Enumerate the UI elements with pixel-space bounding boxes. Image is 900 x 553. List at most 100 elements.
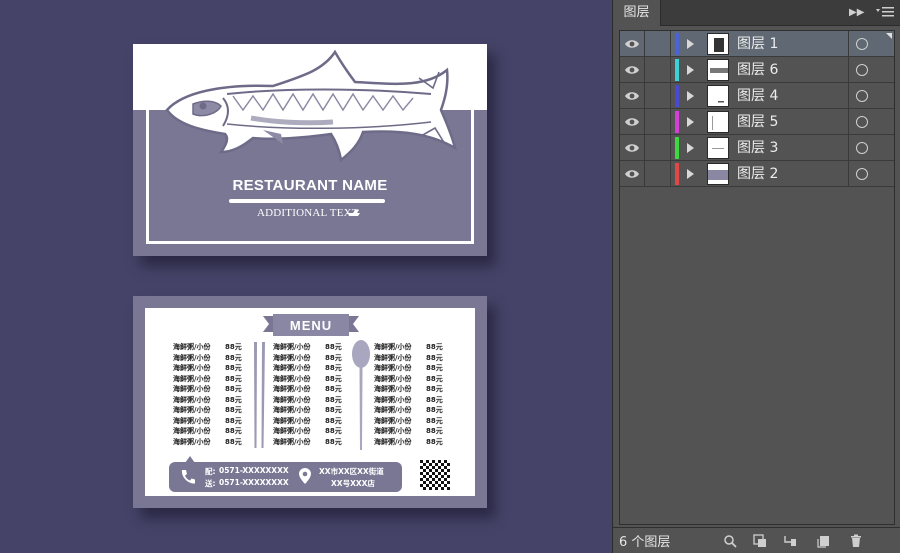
layer-row-4[interactable]: 图层 4 — [620, 83, 894, 109]
eye-icon[interactable] — [624, 37, 640, 51]
menu-title: MENU — [289, 318, 333, 333]
contact-bar: 配: 0571-XXXXXXXX 送: 0571-XXXXXXXX XX市XX区… — [169, 462, 402, 492]
menu-item-price: 88元 — [225, 437, 242, 446]
locate-object-icon[interactable] — [723, 534, 737, 548]
layer-name[interactable]: 图层 2 — [737, 161, 778, 187]
layer-thumbnail — [707, 163, 729, 185]
tab-layers[interactable]: 图层 — [613, 0, 661, 26]
new-sublayer-icon[interactable] — [783, 534, 797, 548]
layer-row-1[interactable]: 图层 1 — [620, 31, 894, 57]
collapse-icon[interactable]: ▶▶ — [849, 7, 864, 18]
layers-panel: 图层 ▶▶ 图层 1 图层 6 图层 4 图层 5 图层 3 图层 2 6 个图… — [612, 0, 900, 553]
send-label: 送: — [205, 479, 216, 488]
pointing-hand-icon — [346, 210, 360, 216]
menu-panel: MENU 海鲜粥/小份 88元 海鲜粥/小份 88元 海鲜粥/小份 88元 海鲜粥/小… — [145, 308, 475, 496]
menu-item-name: 海鲜粥/小份 — [273, 385, 311, 394]
menu-item-name: 海鲜粥/小份 — [173, 427, 211, 436]
address-line-2: XX号XXX店 — [331, 479, 375, 488]
layer-name[interactable]: 图层 1 — [737, 31, 778, 57]
menu-item-name: 海鲜粥/小份 — [173, 416, 211, 425]
business-card-back[interactable]: MENU 海鲜粥/小份 88元 海鲜粥/小份 88元 海鲜粥/小份 88元 海鲜粥/小… — [133, 296, 487, 508]
expand-triangle-icon[interactable] — [687, 39, 694, 49]
menu-item: 海鲜粥/小份 88元 — [173, 437, 245, 448]
menu-item-name: 海鲜粥/小份 — [273, 437, 311, 446]
column-divider — [644, 109, 645, 135]
expand-triangle-icon[interactable] — [687, 169, 694, 179]
target-circle-icon[interactable] — [856, 116, 868, 128]
layer-color-bar — [675, 85, 679, 107]
menu-column-3: 海鲜粥/小份 88元 海鲜粥/小份 88元 海鲜粥/小份 88元 海鲜粥/小份 88元 … — [374, 342, 446, 447]
menu-item-price: 88元 — [325, 385, 342, 394]
menu-item-price: 88元 — [426, 427, 443, 436]
eye-icon[interactable] — [624, 115, 640, 129]
panel-menu-icon[interactable] — [875, 5, 895, 19]
expand-triangle-icon[interactable] — [687, 117, 694, 127]
layer-row-5[interactable]: 图层 5 — [620, 109, 894, 135]
menu-item-name: 海鲜粥/小份 — [273, 427, 311, 436]
layer-color-bar — [675, 111, 679, 133]
menu-item: 海鲜粥/小份 88元 — [173, 405, 245, 416]
menu-item-name: 海鲜粥/小份 — [173, 385, 211, 394]
menu-item: 海鲜粥/小份 88元 — [374, 437, 446, 448]
business-card-front[interactable]: RESTAURANT NAME ADDITIONAL TEXT — [133, 44, 487, 256]
eye-icon[interactable] — [624, 167, 640, 181]
menu-item-price: 88元 — [225, 353, 242, 362]
menu-item: 海鲜粥/小份 88元 — [374, 374, 446, 385]
phone-number-2: 0571-XXXXXXXX — [219, 478, 289, 487]
menu-item: 海鲜粥/小份 88元 — [173, 416, 245, 427]
make-clipping-mask-icon[interactable] — [753, 534, 767, 548]
target-circle-icon[interactable] — [856, 64, 868, 76]
menu-item: 海鲜粥/小份 88元 — [173, 374, 245, 385]
layer-row-3[interactable]: 图层 3 — [620, 135, 894, 161]
target-circle-icon[interactable] — [856, 168, 868, 180]
menu-item-price: 88元 — [426, 353, 443, 362]
layer-name[interactable]: 图层 3 — [737, 135, 778, 161]
layer-color-bar — [675, 33, 679, 55]
layers-list: 图层 1 图层 6 图层 4 图层 5 图层 3 图层 2 — [619, 30, 895, 525]
menu-item-name: 海鲜粥/小份 — [173, 353, 211, 362]
expand-triangle-icon[interactable] — [687, 91, 694, 101]
layer-row-2[interactable]: 图层 2 — [620, 161, 894, 187]
menu-item-name: 海鲜粥/小份 — [374, 353, 412, 362]
menu-item-price: 88元 — [225, 385, 242, 394]
target-circle-icon[interactable] — [856, 90, 868, 102]
menu-item-name: 海鲜粥/小份 — [273, 374, 311, 383]
menu-item-name: 海鲜粥/小份 — [273, 406, 311, 415]
target-circle-icon[interactable] — [856, 38, 868, 50]
menu-item-price: 88元 — [225, 343, 242, 352]
menu-item-price: 88元 — [325, 437, 342, 446]
additional-text: ADDITIONAL TEXT — [257, 207, 359, 219]
menu-item-price: 88元 — [325, 427, 342, 436]
column-divider — [848, 109, 849, 135]
expand-triangle-icon[interactable] — [687, 65, 694, 75]
menu-item: 海鲜粥/小份 88元 — [173, 342, 245, 353]
column-divider — [644, 31, 645, 57]
menu-item: 海鲜粥/小份 88元 — [273, 384, 345, 395]
layer-row-6[interactable]: 图层 6 — [620, 57, 894, 83]
selection-corner-icon — [886, 33, 892, 39]
delete-icon[interactable] — [849, 534, 863, 548]
menu-item-name: 海鲜粥/小份 — [374, 406, 412, 415]
menu-item-name: 海鲜粥/小份 — [173, 406, 211, 415]
menu-item-price: 88元 — [426, 364, 443, 373]
layer-name[interactable]: 图层 4 — [737, 83, 778, 109]
layer-thumbnail — [707, 85, 729, 107]
column-divider — [644, 83, 645, 109]
new-layer-icon[interactable] — [817, 534, 831, 548]
column-divider — [848, 31, 849, 57]
eye-icon[interactable] — [624, 63, 640, 77]
menu-item: 海鲜粥/小份 88元 — [273, 395, 345, 406]
layer-name[interactable]: 图层 6 — [737, 57, 778, 83]
menu-item: 海鲜粥/小份 88元 — [273, 342, 345, 353]
menu-item-price: 88元 — [426, 374, 443, 383]
eye-icon[interactable] — [624, 89, 640, 103]
menu-item-name: 海鲜粥/小份 — [374, 343, 412, 352]
expand-triangle-icon[interactable] — [687, 143, 694, 153]
target-circle-icon[interactable] — [856, 142, 868, 154]
menu-item-price: 88元 — [325, 395, 342, 404]
eye-icon[interactable] — [624, 141, 640, 155]
layer-name[interactable]: 图层 5 — [737, 109, 778, 135]
menu-item: 海鲜粥/小份 88元 — [374, 353, 446, 364]
artboard-canvas[interactable]: RESTAURANT NAME ADDITIONAL TEXT MENU 海鲜粥… — [0, 0, 612, 553]
menu-item: 海鲜粥/小份 88元 — [173, 363, 245, 374]
